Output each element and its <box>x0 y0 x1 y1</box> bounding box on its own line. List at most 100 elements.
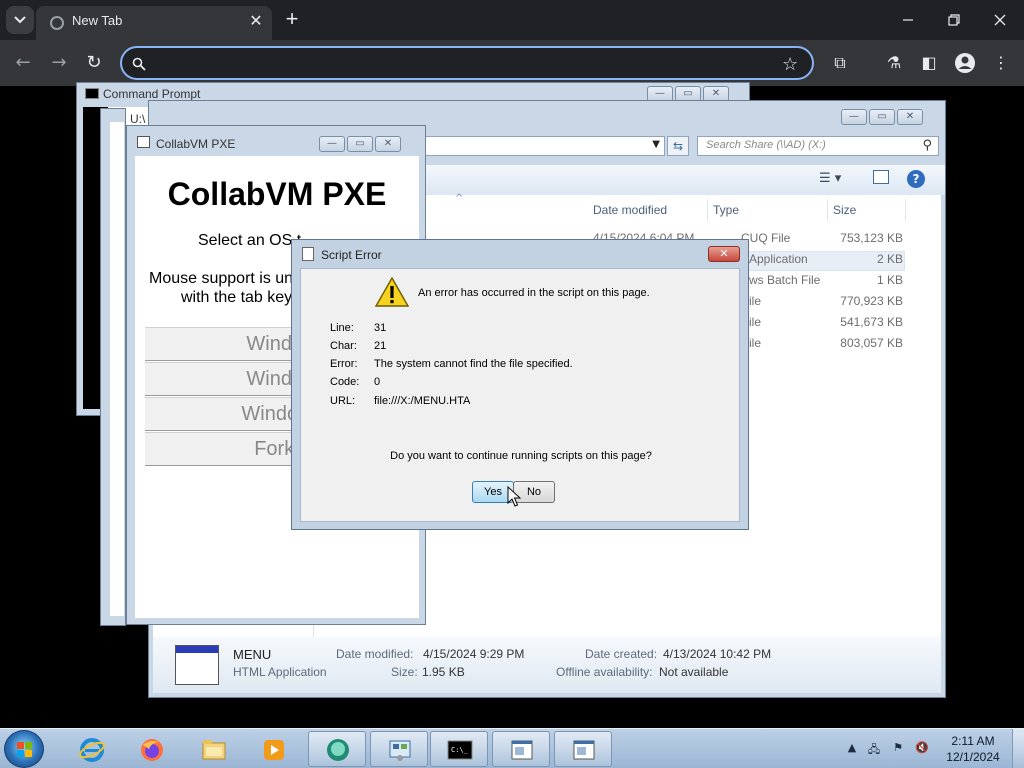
dialog-title: Script Error <box>321 248 382 262</box>
column-separator <box>707 199 708 221</box>
column-separator <box>905 199 906 221</box>
field-label: Line: <box>330 322 354 334</box>
menu-kebab-icon[interactable]: ⋮ <box>990 52 1012 74</box>
column-header-size[interactable]: Size <box>833 203 856 217</box>
tab-search-button[interactable] <box>6 6 34 34</box>
windows-logo-icon <box>17 742 32 757</box>
column-header-type[interactable]: Type <box>713 203 739 217</box>
field-label: Char: <box>330 340 357 352</box>
column-header-date[interactable]: Date modified <box>593 203 667 217</box>
close-button[interactable]: ✕ <box>375 136 401 152</box>
row-size: 803,057 KB <box>840 336 903 350</box>
taskbar-media-player[interactable] <box>244 731 302 767</box>
volume-muted-icon[interactable]: 🔇 <box>915 741 929 755</box>
chevron-down-icon <box>14 16 26 24</box>
field-value: 31 <box>374 322 387 334</box>
side-panel-icon[interactable]: ◧ <box>918 52 940 74</box>
row-type: ile <box>749 336 762 350</box>
address-bar[interactable]: ☆ <box>120 46 814 80</box>
minimize-button[interactable]: — <box>319 136 345 152</box>
pxe-heading: CollabVM PXE <box>167 176 387 212</box>
arrow-right-icon: → <box>51 52 67 73</box>
details-created-label: Date created: <box>585 647 658 661</box>
row-size: 2 KB <box>876 252 903 266</box>
browser-tab-strip: New Tab ✕ + <box>0 0 1024 40</box>
taskbar-hta-window-1[interactable] <box>492 731 550 767</box>
details-size-label: Size: <box>391 665 418 679</box>
dropdown-arrow-icon[interactable]: ▼ <box>652 139 660 150</box>
address-box[interactable]: ) ▼ <box>407 136 665 156</box>
field-value: file:///X:/MENU.HTA <box>374 395 471 407</box>
tab-title: New Tab <box>72 13 123 28</box>
taskbar-internet-explorer[interactable] <box>62 731 120 767</box>
view-options-icon[interactable]: ☰ ▾ <box>819 171 841 186</box>
row-type: ile <box>749 294 762 308</box>
taskbar-command-prompt[interactable]: C:\_ <box>430 731 488 767</box>
details-offline-value: Not available <box>659 665 729 679</box>
taskbar-hta-window-2[interactable] <box>554 731 612 767</box>
extensions-icon[interactable]: ⧉ <box>829 52 851 74</box>
background-window-body <box>110 122 124 616</box>
collabvm-icon <box>327 739 349 761</box>
new-tab-button[interactable]: + <box>280 8 304 32</box>
help-icon[interactable]: ? <box>907 170 925 188</box>
warning-icon <box>375 277 409 307</box>
row-type: Application <box>749 252 808 266</box>
internet-explorer-icon <box>79 738 105 762</box>
tab-close-button[interactable]: ✕ <box>248 13 264 29</box>
row-size: 541,673 KB <box>840 315 903 329</box>
row-size: 1 KB <box>876 273 903 287</box>
dialog-close-button[interactable]: ✕ <box>708 246 740 262</box>
refresh-button[interactable]: ⇆ <box>667 136 689 156</box>
taskbar-control-panel[interactable] <box>370 731 428 767</box>
search-icon: ⚲ <box>922 138 932 153</box>
close-window-button[interactable] <box>988 8 1012 32</box>
restore-button[interactable] <box>942 8 966 32</box>
back-button[interactable]: ← <box>12 52 34 74</box>
clock[interactable]: 2:11 AM 12/1/2024 <box>940 733 1006 765</box>
network-icon[interactable]: 🖧 <box>867 741 881 756</box>
details-size-value: 1.95 KB <box>422 665 465 679</box>
profile-avatar-icon[interactable] <box>954 52 976 74</box>
bookmark-star-icon[interactable]: ☆ <box>782 54 798 75</box>
arrow-left-icon: ← <box>15 52 31 73</box>
caption-buttons: — ▭ ✕ <box>319 136 401 152</box>
action-center-flag-icon[interactable]: ⚑ <box>891 741 905 755</box>
file-explorer-icon <box>202 740 226 760</box>
caption-buttons: — ▭ ✕ <box>841 109 923 125</box>
command-prompt-icon: C:\_ <box>447 740 473 760</box>
close-button[interactable]: ✕ <box>897 109 923 125</box>
taskbar-firefox[interactable] <box>122 731 180 767</box>
field-value: 21 <box>374 340 387 352</box>
taskbar-collabvm[interactable] <box>308 731 366 767</box>
document-icon <box>302 247 314 261</box>
minimize-button[interactable]: — <box>841 109 867 125</box>
forward-button[interactable]: → <box>48 52 70 74</box>
details-modified-label: Date modified: <box>336 647 414 661</box>
search-placeholder: Search Share (\\AD) (X:) <box>706 139 826 151</box>
cmd-window-icon <box>85 88 99 99</box>
mouse-cursor-icon <box>507 486 521 507</box>
labs-flask-icon[interactable]: ⚗ <box>883 52 905 74</box>
close-icon <box>994 14 1006 26</box>
reload-button[interactable]: ↻ <box>83 52 105 74</box>
continue-question: Do you want to continue running scripts … <box>390 450 652 462</box>
preview-pane-icon[interactable] <box>873 170 889 184</box>
maximize-button[interactable]: ▭ <box>869 109 895 125</box>
minimize-icon <box>903 19 913 21</box>
search-box[interactable]: Search Share (\\AD) (X:) ⚲ <box>697 136 939 156</box>
taskbar-file-explorer[interactable] <box>184 731 242 767</box>
window-title: CollabVM PXE <box>156 137 236 151</box>
show-desktop-button[interactable] <box>1012 729 1024 768</box>
show-hidden-icons-icon[interactable]: ▲ <box>845 741 859 755</box>
start-button[interactable] <box>4 730 44 768</box>
minimize-button[interactable] <box>896 8 920 32</box>
maximize-button[interactable]: ▭ <box>347 136 373 152</box>
taskbar: C:\_ ▲ 🖧 ⚑ 🔇 2:11 AM 12/1/2024 <box>0 728 1024 768</box>
field-label: Code: <box>330 376 360 388</box>
firefox-icon <box>141 739 163 761</box>
error-message: An error has occurred in the script on t… <box>418 287 650 299</box>
control-panel-icon <box>389 740 411 761</box>
row-type: ile <box>749 315 762 329</box>
tab-new-tab[interactable]: New Tab ✕ <box>36 6 272 40</box>
